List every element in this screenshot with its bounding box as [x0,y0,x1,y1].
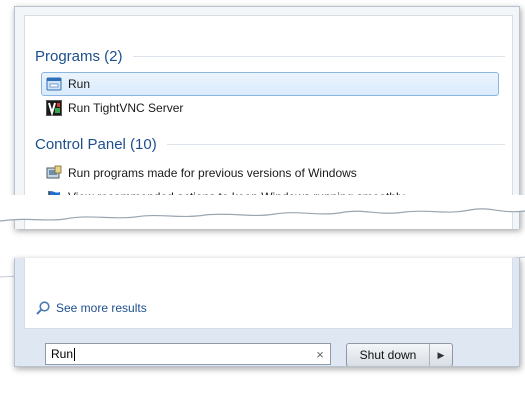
shut-down-options-arrow-icon[interactable]: ▶ [430,350,452,361]
header-divider [132,55,505,57]
clear-search-icon[interactable]: × [310,347,330,362]
result-item-run-tightvnc-server[interactable]: Run TightVNC Server [41,96,499,120]
programs-group-header[interactable]: Programs (2) [35,44,505,68]
text-caret [74,348,76,362]
magnifier-icon [35,300,51,316]
result-item-label: Run [68,77,91,91]
control-panel-header-label: Control Panel (10) [35,135,157,153]
compatibility-icon [46,165,62,181]
search-input-value-wrap: Run [46,346,310,362]
result-item-run[interactable]: Run [41,72,499,96]
start-menu-footer: See more results Run × Shut down ▶ [14,258,520,367]
control-panel-group-header[interactable]: Control Panel (10) [35,132,505,156]
shut-down-button[interactable]: Shut down ▶ [346,343,453,366]
run-window-icon [46,76,62,92]
see-more-results-label: See more results [56,301,147,315]
tightvnc-icon [46,100,62,117]
search-input[interactable]: Run × [45,343,331,365]
search-input-value: Run [51,346,74,361]
result-item-program-compatibility[interactable]: Run programs made for previous versions … [41,161,499,185]
header-divider [166,143,505,145]
result-item-label: Run TightVNC Server [68,101,184,115]
results-list-bottom: See more results [24,258,513,329]
programs-header-label: Programs (2) [35,47,123,65]
result-item-label: Run programs made for previous versions … [68,166,357,180]
shut-down-label: Shut down [347,344,430,366]
see-more-results-link[interactable]: See more results [35,300,147,316]
